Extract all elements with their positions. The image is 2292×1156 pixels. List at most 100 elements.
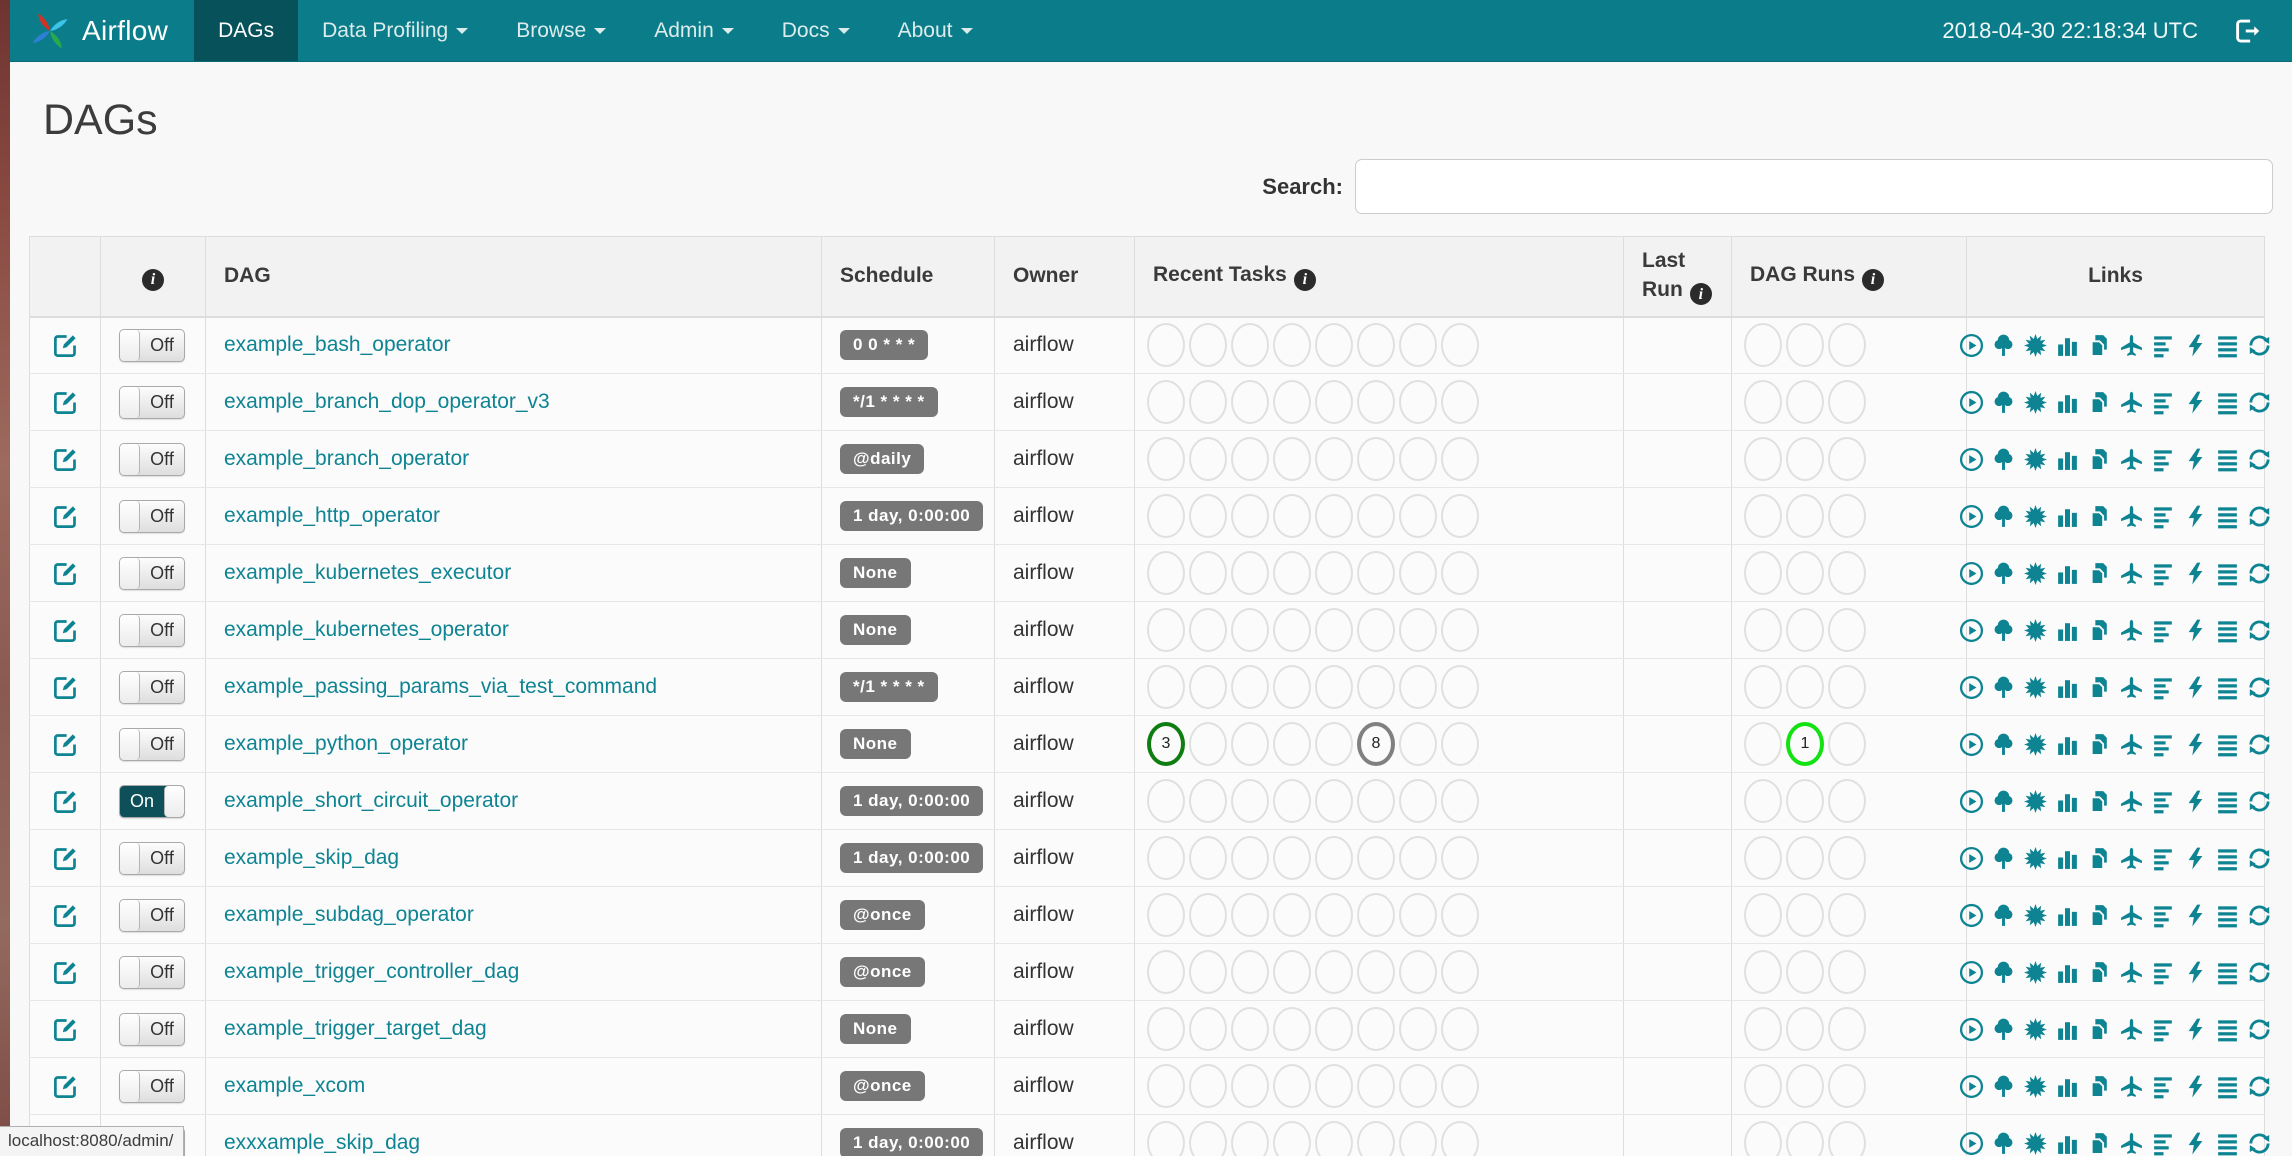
- pause-toggle[interactable]: Off: [119, 841, 185, 875]
- gantt-view-icon[interactable]: [2151, 903, 2176, 928]
- code-view-icon[interactable]: [2183, 561, 2208, 586]
- tree-view-icon[interactable]: [1991, 1017, 2016, 1042]
- trigger-dag-icon[interactable]: [1959, 447, 1984, 472]
- graph-view-icon[interactable]: [2023, 333, 2048, 358]
- tasks-duration-icon[interactable]: [2055, 390, 2080, 415]
- trigger-dag-icon[interactable]: [1959, 1131, 1984, 1156]
- tasks-duration-icon[interactable]: [2055, 675, 2080, 700]
- task-tries-icon[interactable]: [2087, 390, 2112, 415]
- gantt-view-icon[interactable]: [2151, 1074, 2176, 1099]
- refresh-icon[interactable]: [2247, 1131, 2272, 1156]
- tasks-duration-icon[interactable]: [2055, 618, 2080, 643]
- logs-icon[interactable]: [2215, 789, 2240, 814]
- state-circle-success[interactable]: 3: [1147, 722, 1185, 766]
- edit-dag-icon[interactable]: [52, 845, 79, 872]
- landing-times-icon[interactable]: [2119, 1017, 2144, 1042]
- pause-toggle[interactable]: Off: [119, 328, 185, 362]
- col-header-schedule[interactable]: Schedule: [821, 236, 995, 318]
- task-tries-icon[interactable]: [2087, 903, 2112, 928]
- pause-toggle[interactable]: Off: [119, 1012, 185, 1046]
- brand[interactable]: Airflow: [10, 0, 194, 61]
- edit-dag-icon[interactable]: [52, 731, 79, 758]
- gantt-view-icon[interactable]: [2151, 846, 2176, 871]
- trigger-dag-icon[interactable]: [1959, 1017, 1984, 1042]
- refresh-icon[interactable]: [2247, 561, 2272, 586]
- task-tries-icon[interactable]: [2087, 447, 2112, 472]
- state-circle-queued[interactable]: 8: [1357, 722, 1395, 766]
- task-tries-icon[interactable]: [2087, 333, 2112, 358]
- refresh-icon[interactable]: [2247, 789, 2272, 814]
- landing-times-icon[interactable]: [2119, 504, 2144, 529]
- refresh-icon[interactable]: [2247, 1017, 2272, 1042]
- tree-view-icon[interactable]: [1991, 504, 2016, 529]
- refresh-icon[interactable]: [2247, 960, 2272, 985]
- graph-view-icon[interactable]: [2023, 1074, 2048, 1099]
- nav-item-data-profiling[interactable]: Data Profiling: [298, 0, 492, 61]
- refresh-icon[interactable]: [2247, 447, 2272, 472]
- landing-times-icon[interactable]: [2119, 1131, 2144, 1156]
- code-view-icon[interactable]: [2183, 333, 2208, 358]
- edit-dag-icon[interactable]: [52, 959, 79, 986]
- landing-times-icon[interactable]: [2119, 732, 2144, 757]
- gantt-view-icon[interactable]: [2151, 390, 2176, 415]
- edit-dag-icon[interactable]: [52, 674, 79, 701]
- tasks-duration-icon[interactable]: [2055, 1074, 2080, 1099]
- task-tries-icon[interactable]: [2087, 561, 2112, 586]
- pause-toggle[interactable]: Off: [119, 1069, 185, 1103]
- pause-toggle[interactable]: Off: [119, 670, 185, 704]
- landing-times-icon[interactable]: [2119, 846, 2144, 871]
- tasks-duration-icon[interactable]: [2055, 447, 2080, 472]
- graph-view-icon[interactable]: [2023, 1131, 2048, 1156]
- dag-link[interactable]: example_trigger_target_dag: [224, 1017, 487, 1041]
- trigger-dag-icon[interactable]: [1959, 504, 1984, 529]
- code-view-icon[interactable]: [2183, 618, 2208, 643]
- task-tries-icon[interactable]: [2087, 789, 2112, 814]
- nav-item-docs[interactable]: Docs: [758, 0, 874, 61]
- gantt-view-icon[interactable]: [2151, 504, 2176, 529]
- logout-icon[interactable]: [2232, 16, 2262, 46]
- tree-view-icon[interactable]: [1991, 1074, 2016, 1099]
- tree-view-icon[interactable]: [1991, 333, 2016, 358]
- refresh-icon[interactable]: [2247, 333, 2272, 358]
- tree-view-icon[interactable]: [1991, 960, 2016, 985]
- graph-view-icon[interactable]: [2023, 846, 2048, 871]
- code-view-icon[interactable]: [2183, 390, 2208, 415]
- graph-view-icon[interactable]: [2023, 732, 2048, 757]
- dag-link[interactable]: example_xcom: [224, 1074, 365, 1098]
- dag-link[interactable]: example_passing_params_via_test_command: [224, 675, 657, 699]
- refresh-icon[interactable]: [2247, 390, 2272, 415]
- pause-toggle[interactable]: On: [119, 784, 185, 818]
- code-view-icon[interactable]: [2183, 846, 2208, 871]
- pause-toggle[interactable]: Off: [119, 556, 185, 590]
- pause-toggle[interactable]: Off: [119, 955, 185, 989]
- landing-times-icon[interactable]: [2119, 789, 2144, 814]
- tasks-duration-icon[interactable]: [2055, 732, 2080, 757]
- dag-link[interactable]: example_bash_operator: [224, 333, 451, 357]
- edit-dag-icon[interactable]: [52, 1016, 79, 1043]
- trigger-dag-icon[interactable]: [1959, 789, 1984, 814]
- dag-link[interactable]: example_short_circuit_operator: [224, 789, 518, 813]
- dag-link[interactable]: example_subdag_operator: [224, 903, 474, 927]
- trigger-dag-icon[interactable]: [1959, 390, 1984, 415]
- code-view-icon[interactable]: [2183, 789, 2208, 814]
- pause-toggle[interactable]: Off: [119, 727, 185, 761]
- edit-dag-icon[interactable]: [52, 617, 79, 644]
- tree-view-icon[interactable]: [1991, 1131, 2016, 1156]
- pause-toggle[interactable]: Off: [119, 499, 185, 533]
- landing-times-icon[interactable]: [2119, 618, 2144, 643]
- edit-dag-icon[interactable]: [52, 503, 79, 530]
- tree-view-icon[interactable]: [1991, 675, 2016, 700]
- col-header-owner[interactable]: Owner: [994, 236, 1135, 318]
- logs-icon[interactable]: [2215, 846, 2240, 871]
- tree-view-icon[interactable]: [1991, 447, 2016, 472]
- pause-toggle[interactable]: Off: [119, 613, 185, 647]
- graph-view-icon[interactable]: [2023, 618, 2048, 643]
- tasks-duration-icon[interactable]: [2055, 960, 2080, 985]
- trigger-dag-icon[interactable]: [1959, 846, 1984, 871]
- task-tries-icon[interactable]: [2087, 960, 2112, 985]
- tasks-duration-icon[interactable]: [2055, 903, 2080, 928]
- refresh-icon[interactable]: [2247, 504, 2272, 529]
- logs-icon[interactable]: [2215, 903, 2240, 928]
- gantt-view-icon[interactable]: [2151, 561, 2176, 586]
- dag-link[interactable]: exxxample_skip_dag: [224, 1131, 420, 1155]
